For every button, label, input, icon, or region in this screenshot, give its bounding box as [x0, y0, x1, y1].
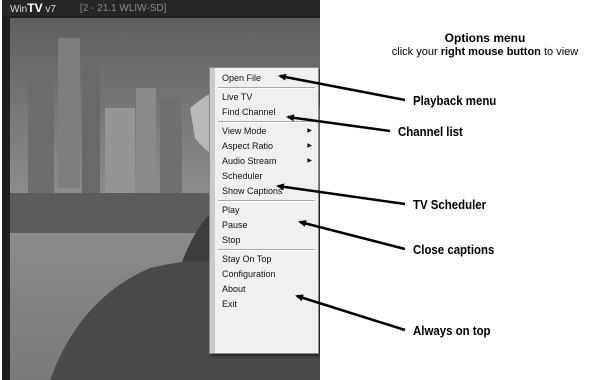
callout-playback-menu: Playback menu	[413, 93, 497, 108]
callout-tv-scheduler: TV Scheduler	[413, 197, 487, 212]
arrow-close-captions	[298, 220, 406, 251]
callout-channel-list: Channel list	[398, 124, 463, 139]
options-menu-instruction: click your right mouse button to view	[391, 46, 579, 58]
arrow-tv-scheduler	[276, 183, 406, 206]
options-menu-title: Options menu	[444, 31, 526, 45]
arrow-always-on-top	[295, 294, 406, 332]
callout-always-on-top: Always on top	[413, 323, 491, 338]
callout-close-captions: Close captions	[413, 242, 495, 257]
arrow-playback-menu	[278, 73, 406, 102]
arrow-channel-list	[286, 114, 391, 133]
options-menu-header: Options menu click your right mouse butt…	[360, 31, 610, 59]
